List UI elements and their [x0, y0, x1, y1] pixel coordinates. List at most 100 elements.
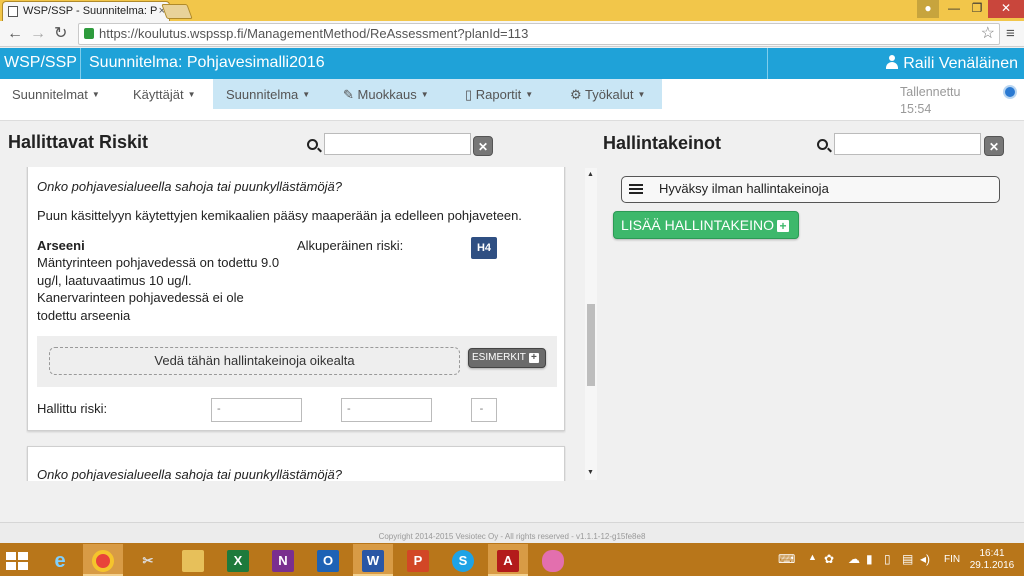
- managed-likelihood-select[interactable]: -: [211, 398, 302, 422]
- scroll-up-icon[interactable]: ▲: [587, 171, 594, 178]
- excel-icon[interactable]: X: [218, 544, 258, 576]
- file-explorer-icon[interactable]: [173, 544, 213, 576]
- search-icon: [817, 139, 828, 150]
- skype-icon[interactable]: S: [443, 544, 483, 576]
- hazard-detail: todettu arseenia: [37, 308, 131, 323]
- keyboard-icon[interactable]: ⌨: [778, 552, 795, 566]
- risk-card: Onko pohjavesialueella sahoja tai puunky…: [27, 167, 565, 431]
- scrollbar-thumb[interactable]: [587, 304, 595, 386]
- risks-search-input[interactable]: [324, 133, 471, 155]
- save-status: Tallennettu 15:54: [900, 85, 961, 116]
- scroll-down-icon[interactable]: ▼: [587, 469, 594, 476]
- examples-button[interactable]: ESIMERKIT +: [468, 348, 546, 368]
- acrobat-icon[interactable]: A: [488, 544, 528, 576]
- measure-label: Hyväksy ilman hallintakeinoja: [659, 181, 829, 196]
- measures-search-input[interactable]: [834, 133, 981, 155]
- onedrive-icon[interactable]: ☁: [848, 552, 860, 566]
- document-icon: ▯: [465, 87, 476, 102]
- internet-explorer-icon[interactable]: e: [40, 544, 80, 576]
- clock-time: 16:41: [979, 548, 1005, 559]
- network-icon[interactable]: ▤: [902, 552, 913, 566]
- measures-panel-title: Hallintakeinot: [603, 133, 722, 153]
- close-window-button[interactable]: ✕: [988, 0, 1024, 18]
- search-icon: [307, 139, 318, 150]
- risk-question: Onko pohjavesialueella sahoja tai puunky…: [37, 179, 342, 194]
- page-favicon-icon: [8, 6, 18, 17]
- drag-handle-icon[interactable]: [629, 184, 643, 194]
- browser-menu-icon[interactable]: ≡: [1006, 25, 1015, 42]
- risk-card: Onko pohjavesialueella sahoja tai puunky…: [27, 446, 565, 481]
- risks-scrollbar[interactable]: ▲ ▼: [585, 168, 597, 480]
- measures-drop-area: Vedä tähän hallintakeinoja oikealta ESIM…: [37, 336, 557, 387]
- main-menu: Suunnitelmat ▼ Käyttäjät ▼ Suunnitelma ▼ ✎ …: [0, 79, 1024, 121]
- show-hidden-icons[interactable]: ▲: [808, 552, 817, 562]
- sync-status-icon[interactable]: [1003, 85, 1017, 99]
- copyright-text: Copyright 2014-2015 Vesiotec Oy - All ri…: [378, 532, 646, 541]
- user-name: Raili Venäläinen: [903, 55, 1018, 72]
- menu-tools[interactable]: ⚙ Työkalut ▼: [570, 87, 645, 103]
- app-header: WSP/SSP Suunnitelma: Pohjavesimalli2016 …: [0, 48, 1024, 79]
- menu-edit[interactable]: ✎ Muokkaus ▼: [343, 87, 429, 103]
- browser-tab-title: WSP/SSP - Suunnitelma: P: [23, 5, 158, 17]
- maximize-window-button[interactable]: ❐: [966, 0, 988, 18]
- menu-plan[interactable]: Suunnitelma ▼: [226, 87, 310, 102]
- original-risk-badge[interactable]: H4: [471, 237, 497, 259]
- menu-users[interactable]: Käyttäjät ▼: [133, 87, 196, 102]
- header-divider: [767, 48, 768, 79]
- tray-app-icon[interactable]: ▯: [884, 552, 891, 566]
- snipping-tool-icon[interactable]: ✂: [128, 544, 168, 576]
- risk-question: Onko pohjavesialueella sahoja tai puunky…: [37, 467, 342, 481]
- measures-drop-zone[interactable]: Vedä tähän hallintakeinoja oikealta: [49, 347, 460, 375]
- plan-title: Suunnitelma: Pohjavesimalli2016: [89, 54, 325, 71]
- menu-reports[interactable]: ▯ Raportit ▼: [465, 87, 533, 103]
- plus-icon: +: [528, 353, 539, 363]
- clear-search-button[interactable]: ✕: [984, 136, 1004, 156]
- risks-panel-title: Hallittavat Riskit: [8, 132, 149, 152]
- language-indicator[interactable]: FIN: [944, 554, 960, 565]
- windows-start-icon[interactable]: [6, 552, 28, 570]
- bookmark-star-icon[interactable]: ☆: [981, 24, 995, 44]
- profile-icon[interactable]: ●: [917, 0, 939, 18]
- hazard-name: Arseeni: [37, 238, 85, 253]
- risks-list[interactable]: Onko pohjavesialueella sahoja tai puunky…: [26, 167, 566, 481]
- tray-app-icon[interactable]: ✿: [824, 552, 834, 566]
- original-risk-label: Alkuperäinen riski:: [297, 238, 404, 253]
- page-footer: Copyright 2014-2015 Vesiotec Oy - All ri…: [0, 522, 1024, 543]
- browser-tabstrip: WSP/SSP - Suunnitelma: P × ● — ❐ ✕: [0, 0, 1024, 21]
- outlook-icon[interactable]: O: [308, 544, 348, 576]
- back-arrow-icon[interactable]: ←: [7, 25, 23, 43]
- chrome-icon[interactable]: [83, 544, 123, 576]
- word-icon[interactable]: W: [353, 544, 393, 576]
- tray-app-icon[interactable]: ▮: [866, 552, 873, 566]
- plus-icon: +: [777, 220, 790, 232]
- taskbar: e ✂ X N O W P S A ⌨ ▲ ✿ ☁ ▮ ▯ ▤ ◂) FIN 1…: [0, 543, 1024, 576]
- menu-plans[interactable]: Suunnitelmat ▼: [12, 87, 100, 102]
- cloud-app-icon[interactable]: [533, 544, 573, 576]
- gear-icon: ⚙: [570, 87, 586, 102]
- measure-item[interactable]: Hyväksy ilman hallintakeinoja: [621, 176, 1000, 203]
- address-url: https://koulutus.wspssp.fi/ManagementMet…: [99, 26, 529, 41]
- user-icon: [886, 55, 899, 69]
- browser-toolbar: ← → ↻ https://koulutus.wspssp.fi/Managem…: [0, 21, 1024, 47]
- managed-risk-label: Hallittu riski:: [37, 401, 108, 416]
- address-bar[interactable]: https://koulutus.wspssp.fi/ManagementMet…: [78, 23, 1000, 45]
- reload-icon[interactable]: ↻: [54, 25, 67, 43]
- add-measure-button[interactable]: LISÄÄ HALLINTAKEINO +: [613, 211, 799, 239]
- hazard-detail: Mäntyrinteen pohjavedessä on todettu 9.0: [37, 255, 280, 270]
- browser-tab[interactable]: WSP/SSP - Suunnitelma: P ×: [2, 1, 170, 21]
- forward-arrow-icon[interactable]: →: [30, 25, 46, 43]
- edit-icon: ✎: [343, 87, 358, 102]
- onenote-icon[interactable]: N: [263, 544, 303, 576]
- powerpoint-icon[interactable]: P: [398, 544, 438, 576]
- clock[interactable]: 16:41 29.1.2016: [964, 548, 1020, 572]
- managed-risk-value: -: [471, 398, 497, 422]
- clear-search-button[interactable]: ✕: [473, 136, 493, 156]
- user-menu[interactable]: Raili Venäläinen: [886, 54, 1018, 73]
- brand-logo[interactable]: WSP/SSP: [4, 54, 77, 72]
- risk-description: Puun käsittelyyn käytettyjen kemikaalien…: [37, 208, 522, 223]
- new-tab-button[interactable]: [161, 4, 193, 19]
- volume-icon[interactable]: ◂): [920, 552, 930, 566]
- minimize-window-button[interactable]: —: [942, 0, 966, 18]
- header-divider: [80, 48, 81, 79]
- managed-consequence-select[interactable]: -: [341, 398, 432, 422]
